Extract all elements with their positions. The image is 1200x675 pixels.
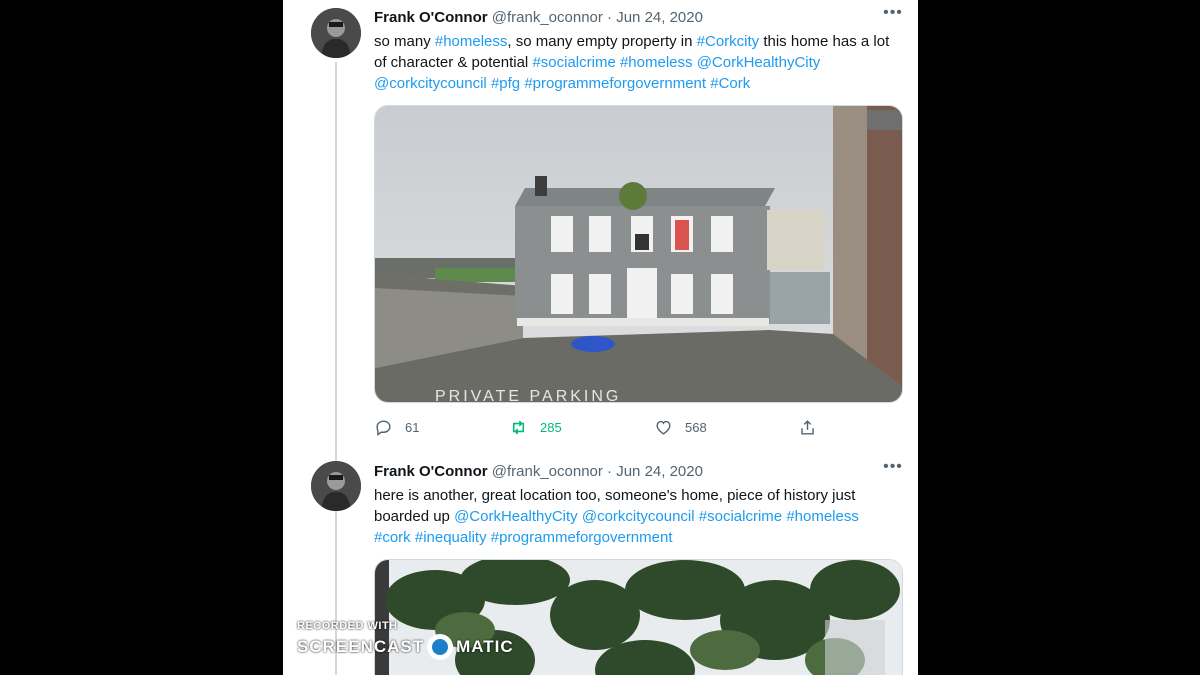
tweet-link[interactable]: @corkcitycouncil [582,508,695,525]
reply-count: 61 [405,419,420,435]
retweet-button[interactable]: 285 [509,416,562,438]
separator: · [607,9,613,26]
tweet-text: so many #homeless, so many empty propert… [374,31,899,94]
reply-button[interactable]: 61 [374,416,419,438]
tweet-link[interactable]: #inequality [415,529,487,546]
twitter-thread-page: Frank O'Connor @frank_oconnor · Jun 24, … [283,0,918,675]
house-photo: PRIVATE PARKING [375,106,902,402]
retweet-icon [512,420,525,434]
retweet-count: 285 [540,419,562,435]
tweet-date[interactable]: Jun 24, 2020 [616,463,703,480]
author-name[interactable]: Frank O'Connor [374,463,488,480]
more-icon[interactable]: ••• [883,459,903,478]
screencast-logo-icon [427,634,454,660]
avatar[interactable] [311,461,361,511]
tweet-link[interactable]: #cork [374,529,411,546]
separator: · [607,463,613,480]
tweet-photo[interactable]: PRIVATE PARKING [374,105,903,403]
reply-icon [376,419,391,436]
tweet-link[interactable]: #socialcrime [532,54,615,71]
screencast-watermark: RECORDED WITH SCREENCAST MATIC [297,620,514,660]
more-icon[interactable]: ••• [883,5,903,24]
tweet-text-segment: so many [374,33,435,50]
tweet-date[interactable]: Jun 24, 2020 [616,9,703,26]
thread-connector-line [335,62,337,675]
like-button[interactable]: 568 [654,416,707,438]
share-icon [801,419,814,435]
tweet-text: here is another, great location too, som… [374,485,899,548]
author-handle[interactable]: @frank_oconnor [492,9,603,26]
tweet-link[interactable]: #homeless [786,508,859,525]
tweet-link[interactable]: #homeless [435,33,508,50]
heart-icon [656,420,671,435]
like-count: 568 [685,419,707,435]
tweet-text-segment: , so many empty property in [507,33,697,50]
tweet-link[interactable]: @corkcitycouncil [374,75,487,92]
tweet-link[interactable]: #pfg [491,75,520,92]
watermark-left: SCREENCAST [297,637,425,656]
tweet-header: Frank O'Connor @frank_oconnor · Jun 24, … [374,462,703,482]
tweet-link[interactable]: #Corkcity [697,33,760,50]
tweet-link[interactable]: #socialcrime [699,508,782,525]
tweet-actions: 61 285 568 [374,416,914,438]
author-handle[interactable]: @frank_oconnor [492,463,603,480]
tweet-link[interactable]: #homeless [620,54,693,71]
tweet-link[interactable]: @CorkHealthyCity [454,508,578,525]
watermark-right: MATIC [456,637,514,656]
tweet-link[interactable]: #programmeforgovernment [524,75,706,92]
tweet-link[interactable]: #programmeforgovernment [491,529,673,546]
tweet-header: Frank O'Connor @frank_oconnor · Jun 24, … [374,8,703,28]
avatar[interactable] [311,8,361,58]
author-name[interactable]: Frank O'Connor [374,9,488,26]
share-button[interactable] [798,416,817,438]
watermark-line1: RECORDED WITH [297,620,398,632]
tweet-link[interactable]: #Cork [710,75,750,92]
watermark-logo: SCREENCAST MATIC [297,634,514,660]
tweet-link[interactable]: @CorkHealthyCity [697,54,821,71]
ground-text: PRIVATE PARKING [435,388,621,402]
